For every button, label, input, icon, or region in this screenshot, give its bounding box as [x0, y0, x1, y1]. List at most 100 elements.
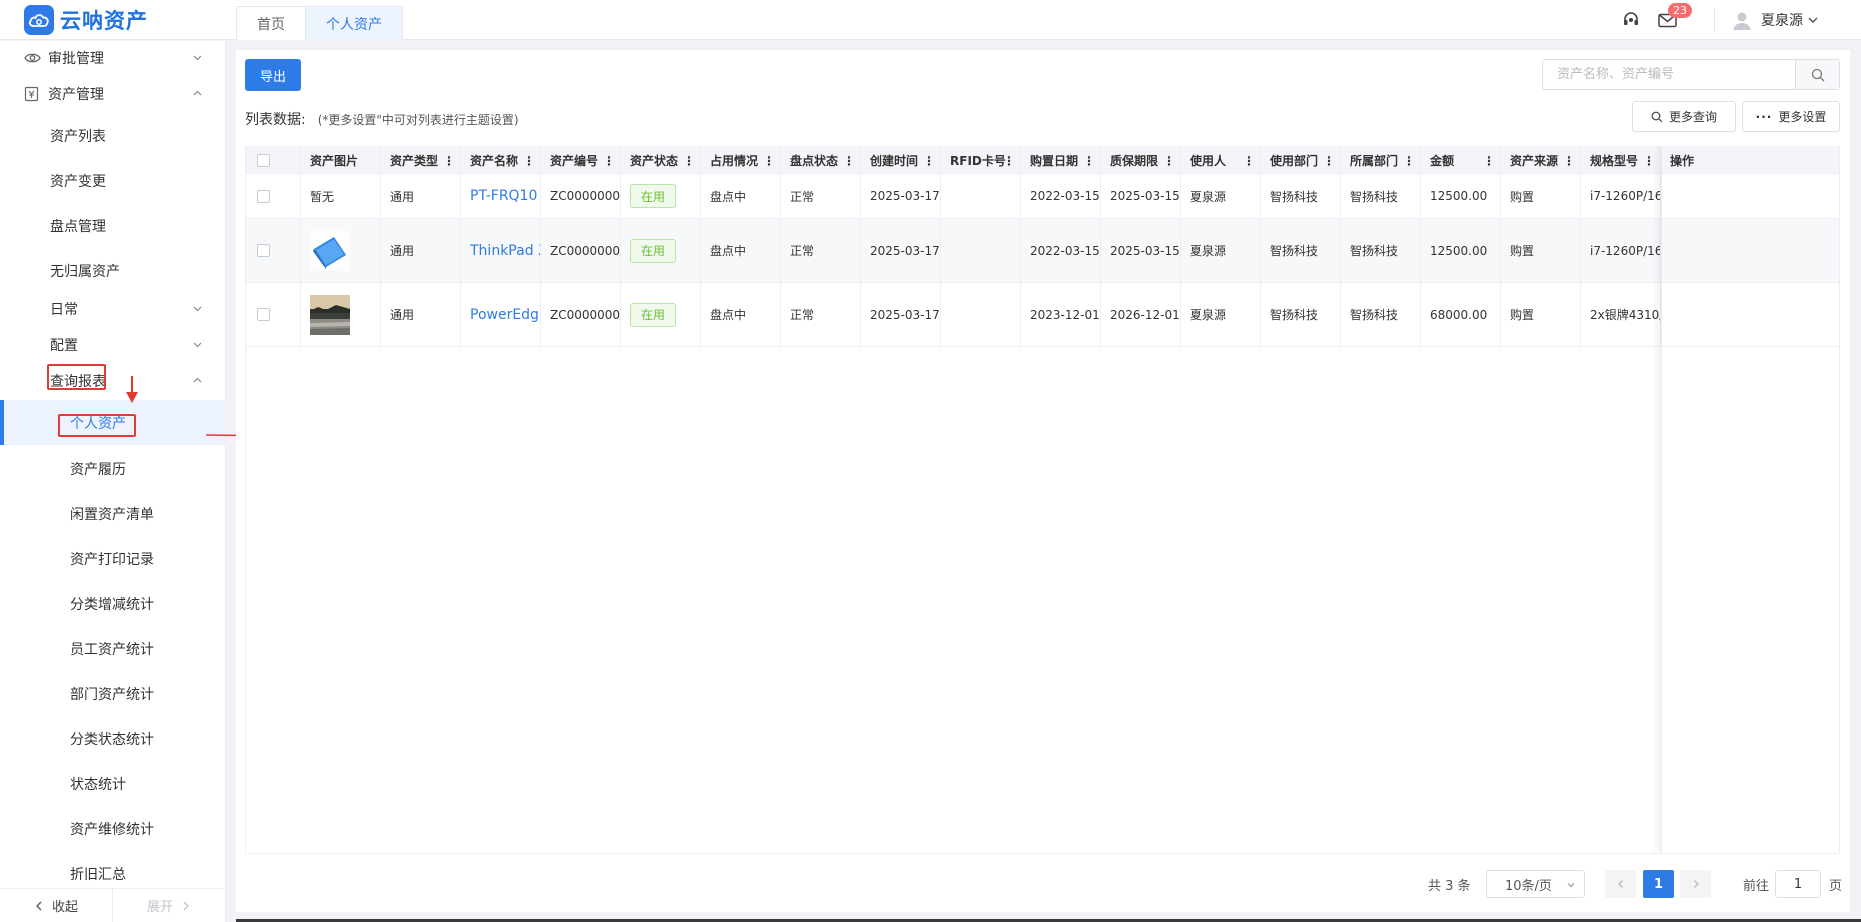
- select-all-checkbox[interactable]: [257, 154, 270, 167]
- row-checkbox[interactable]: [257, 189, 270, 203]
- sidebar-item-print-records[interactable]: 资产打印记录: [0, 542, 225, 576]
- sidebar-item-label: 闲置资产清单: [70, 507, 154, 523]
- column-header[interactable]: 购置日期 ⋮: [1021, 147, 1101, 174]
- sidebar-item-repair-stats[interactable]: 资产维修统计: [0, 812, 225, 846]
- column-header[interactable]: 规格型号 ⋮: [1581, 147, 1661, 174]
- expand-button[interactable]: 展开: [113, 889, 225, 922]
- column-header[interactable]: 金额 ⋮: [1421, 147, 1501, 174]
- support-headset-icon[interactable]: [1620, 9, 1642, 31]
- column-header[interactable]: 使用人 ⋮: [1181, 147, 1261, 174]
- column-menu-icon[interactable]: ⋮: [443, 154, 455, 168]
- row-checkbox[interactable]: [257, 308, 270, 321]
- tab-personal-assets[interactable]: 个人资产: [305, 6, 403, 40]
- cell-status: 在用: [621, 219, 701, 282]
- column-header[interactable]: 资产类型 ⋮: [381, 147, 461, 174]
- search-button[interactable]: [1795, 60, 1839, 89]
- sidebar-item-label: 部门资产统计: [70, 687, 154, 703]
- cell-user: 夏泉源: [1181, 174, 1261, 218]
- user-menu[interactable]: 夏泉源: [1731, 9, 1819, 31]
- column-menu-icon[interactable]: ⋮: [603, 154, 615, 168]
- next-page-button[interactable]: [1680, 870, 1711, 898]
- column-header[interactable]: 使用部门 ⋮: [1261, 147, 1341, 174]
- column-menu-icon[interactable]: ⋮: [1563, 154, 1575, 168]
- collapse-button[interactable]: 收起: [0, 889, 113, 922]
- column-header[interactable]: 盘点状态 ⋮: [781, 147, 861, 174]
- row-select-cell: [246, 219, 301, 282]
- table-row[interactable]: 暂无 通用 PT-FRQ10 ZC00000006 在用 盘点中 正常 2025…: [246, 174, 1839, 219]
- page-number-current[interactable]: 1: [1643, 870, 1674, 898]
- column-menu-icon[interactable]: ⋮: [1003, 154, 1015, 168]
- cell-type: 通用: [381, 174, 461, 218]
- page-size-dropdown[interactable]: 10条/页: [1486, 870, 1585, 898]
- table-row[interactable]: 通用 ThinkPad X ZC00000001 在用 盘点中 正常 2025-…: [246, 219, 1839, 283]
- sidebar-item-asset-history[interactable]: 资产履历: [0, 452, 225, 486]
- more-settings-button[interactable]: ··· 更多设置: [1742, 101, 1840, 132]
- cell-name-link[interactable]: PT-FRQ10: [461, 174, 541, 218]
- column-header[interactable]: 资产编号 ⋮: [541, 147, 621, 174]
- search-input[interactable]: [1543, 60, 1795, 89]
- sidebar-item-personal-assets[interactable]: 个人资产: [0, 400, 225, 445]
- cell-image[interactable]: [301, 283, 381, 346]
- column-header[interactable]: RFID卡号 ⋮: [941, 147, 1021, 174]
- column-menu-icon[interactable]: ⋮: [1403, 154, 1415, 168]
- more-query-button[interactable]: 更多查询: [1632, 101, 1736, 132]
- column-menu-icon[interactable]: ⋮: [1323, 154, 1335, 168]
- table-header: 资产图片 资产类型 ⋮ 资产名称 ⋮ 资产编号 ⋮ 资产状态 ⋮ 占用情况 ⋮ 盘点状态 ⋮…: [246, 147, 1839, 174]
- column-header[interactable]: 资产来源 ⋮: [1501, 147, 1581, 174]
- cell-image[interactable]: [301, 219, 381, 282]
- column-header[interactable]: 占用情况 ⋮: [701, 147, 781, 174]
- cell-spec: i7-1260P/16: [1581, 219, 1661, 282]
- tab-home[interactable]: 首页: [236, 6, 306, 40]
- sidebar-item-asset-management[interactable]: 资产管理: [0, 77, 225, 111]
- pagination-total: 共 3 条: [1428, 878, 1471, 894]
- page-tabs: 首页 个人资产: [236, 6, 403, 40]
- sidebar-item-approval[interactable]: 审批管理: [0, 41, 225, 75]
- sidebar-item-category-change-stats[interactable]: 分类增减统计: [0, 587, 225, 621]
- row-checkbox[interactable]: [257, 244, 270, 257]
- next-page[interactable]: [1680, 870, 1711, 898]
- column-header[interactable]: 质保期限 ⋮: [1101, 147, 1181, 174]
- sidebar-item-daily[interactable]: 日常: [0, 292, 225, 326]
- sidebar-item-query-reports[interactable]: 查询报表: [0, 364, 225, 398]
- page-size-select[interactable]: 10条/页: [1486, 870, 1585, 898]
- app-logo[interactable]: 云呐资产: [24, 5, 148, 35]
- column-header[interactable]: 所属部门 ⋮: [1341, 147, 1421, 174]
- table-row[interactable]: 通用 PowerEdg ZC00000005 在用 盘点中 正常 2025-03…: [246, 283, 1839, 347]
- column-header[interactable]: 资产图片: [301, 147, 381, 174]
- export-button[interactable]: 导出: [245, 59, 301, 91]
- sidebar-item-status-stats[interactable]: 状态统计: [0, 767, 225, 801]
- column-header[interactable]: 资产名称 ⋮: [461, 147, 541, 174]
- sidebar-item-inventory[interactable]: 盘点管理: [0, 209, 225, 243]
- sidebar-item-department-asset-stats[interactable]: 部门资产统计: [0, 677, 225, 711]
- mail-icon[interactable]: 23: [1656, 3, 1692, 31]
- sidebar-item-config[interactable]: 配置: [0, 328, 225, 362]
- column-menu-icon[interactable]: ⋮: [1483, 154, 1495, 168]
- sidebar-item-depreciation-summary[interactable]: 折旧汇总: [0, 857, 225, 891]
- cell-created: 2025-03-17: [861, 219, 941, 282]
- sidebar-item-unassigned-assets[interactable]: 无归属资产: [0, 254, 225, 288]
- column-menu-icon[interactable]: ⋮: [1643, 154, 1655, 168]
- chevron-down-icon: [193, 342, 202, 348]
- column-menu-icon[interactable]: ⋮: [1083, 154, 1095, 168]
- goto-page-input[interactable]: [1775, 870, 1822, 898]
- column-menu-icon[interactable]: ⋮: [523, 154, 535, 168]
- sidebar-item-employee-asset-stats[interactable]: 员工资产统计: [0, 632, 225, 666]
- column-menu-icon[interactable]: ⋮: [683, 154, 695, 168]
- column-header[interactable]: 资产状态 ⋮: [621, 147, 701, 174]
- column-menu-icon[interactable]: ⋮: [923, 154, 935, 168]
- cell-actions: [1661, 174, 1839, 218]
- column-menu-icon[interactable]: ⋮: [1243, 154, 1255, 168]
- prev-page-button[interactable]: [1605, 870, 1636, 898]
- sidebar-item-idle-assets[interactable]: 闲置资产清单: [0, 497, 225, 531]
- sidebar-item-asset-list[interactable]: 资产列表: [0, 119, 225, 153]
- sidebar-item-category-status-stats[interactable]: 分类状态统计: [0, 722, 225, 756]
- cell-name-link[interactable]: PowerEdg: [461, 283, 541, 346]
- sidebar-item-label: 审批管理: [48, 51, 104, 67]
- column-header[interactable]: 创建时间 ⋮: [861, 147, 941, 174]
- cell-name-link[interactable]: ThinkPad X: [461, 219, 541, 282]
- sidebar-item-asset-change[interactable]: 资产变更: [0, 164, 225, 198]
- column-menu-icon[interactable]: ⋮: [763, 154, 775, 168]
- prev-page[interactable]: [1605, 870, 1636, 898]
- column-menu-icon[interactable]: ⋮: [843, 154, 855, 168]
- column-menu-icon[interactable]: ⋮: [1163, 154, 1175, 168]
